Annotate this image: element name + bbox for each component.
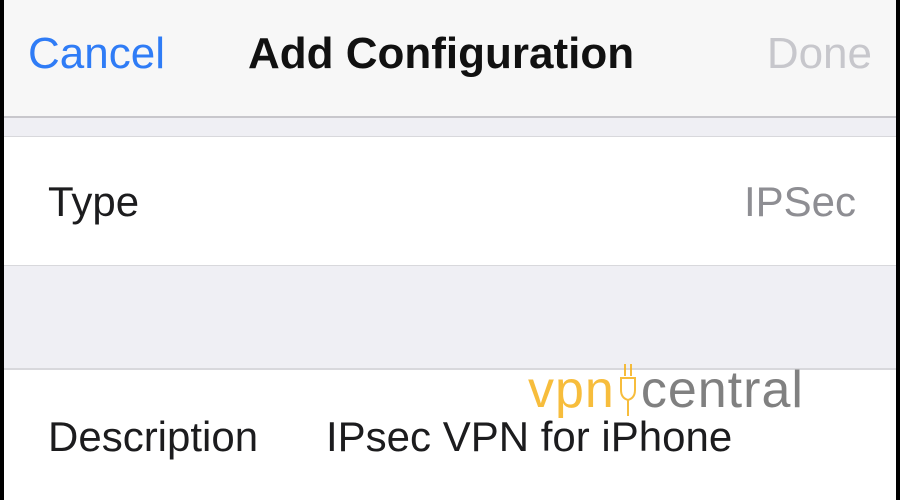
- watermark-text-vpn: vpn: [528, 361, 615, 419]
- plug-icon: [619, 364, 636, 416]
- description-label: Description: [48, 413, 259, 460]
- done-button[interactable]: Done: [767, 28, 872, 80]
- type-value: IPSec: [743, 178, 856, 225]
- section-spacer: [4, 118, 896, 136]
- description-field[interactable]: IPsec VPN for iPhone: [326, 412, 732, 462]
- type-label: Type: [48, 178, 140, 225]
- ios-vpn-config-screen: Cancel Add Configuration Done Type IPSec…: [4, 0, 896, 500]
- watermark-logo: vpn central: [528, 362, 804, 418]
- page-title: Add Configuration: [248, 29, 635, 78]
- navigation-bar: Cancel Add Configuration Done: [4, 0, 896, 118]
- cancel-button[interactable]: Cancel: [28, 28, 165, 80]
- section-spacer: [4, 266, 896, 368]
- type-row[interactable]: Type IPSec: [4, 136, 896, 267]
- watermark-text-central: central: [640, 361, 804, 419]
